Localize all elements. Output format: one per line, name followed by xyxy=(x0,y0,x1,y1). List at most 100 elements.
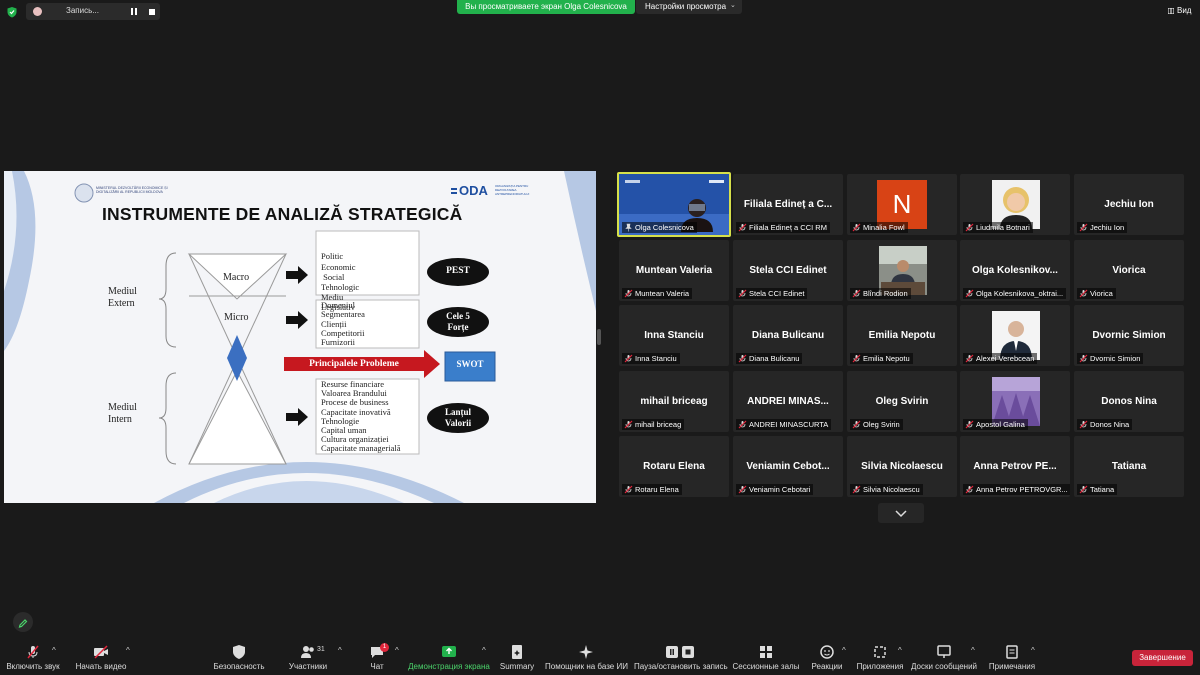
participant-name-text: Veniamin Cebotari xyxy=(749,485,811,494)
pause-recording-icon[interactable] xyxy=(131,8,137,15)
microphone-muted-icon xyxy=(624,485,633,494)
participant-tile[interactable]: Dvornic Simion Dvornic Simion xyxy=(1074,305,1184,366)
participant-tile[interactable]: Silvia Nicolaescu Silvia Nicolaescu xyxy=(847,436,957,497)
participants-chevron-icon[interactable]: ^ xyxy=(338,646,342,655)
camera-off-icon xyxy=(94,645,108,659)
view-options-button[interactable]: Настройки просмотра xyxy=(636,0,742,14)
shield-icon[interactable] xyxy=(6,6,18,18)
audio-options-chevron-icon[interactable]: ^ xyxy=(52,646,56,655)
whiteboards-chevron-icon[interactable]: ^ xyxy=(971,646,975,655)
micro-label: Micro xyxy=(224,312,249,323)
oda-subtext: ORGANIZAȚIA PENTRU DEZVOLTAREA ANTREPREN… xyxy=(495,184,530,196)
whiteboard-icon xyxy=(937,645,951,658)
reactions-label: Реакции xyxy=(811,662,843,671)
chat-chevron-icon[interactable]: ^ xyxy=(395,646,399,655)
participant-tile[interactable]: Stela CCI Edinet Stela CCI Edinet xyxy=(733,240,843,301)
sparkle-icon xyxy=(579,645,593,659)
start-video-button[interactable]: Начать видео xyxy=(72,642,130,675)
participant-tile[interactable]: Emilia Nepotu Emilia Nepotu xyxy=(847,305,957,366)
participant-tile[interactable]: Veniamin Cebot... Veniamin Cebotari xyxy=(733,436,843,497)
participant-tile[interactable]: Tatiana Tatiana xyxy=(1074,436,1184,497)
microphone-muted-icon xyxy=(624,354,633,363)
ministry-text: MINISTERUL DEZVOLTĂRII ECONOMICE ȘI DIGI… xyxy=(96,186,168,194)
split-resize-handle[interactable] xyxy=(597,329,601,345)
participant-tile[interactable]: Apostol Galina xyxy=(960,371,1070,432)
microphone-muted-icon xyxy=(738,223,747,232)
participant-tile[interactable]: Blîndi Rodion xyxy=(847,240,957,301)
annotate-button[interactable] xyxy=(13,612,33,632)
recording-label: Запись... xyxy=(66,6,99,15)
apps-icon xyxy=(874,646,886,658)
participant-display-name: Donos Nina xyxy=(1101,396,1157,407)
participant-tile[interactable]: Rotaru Elena Rotaru Elena xyxy=(619,436,729,497)
participant-name-text: Muntean Valeria xyxy=(635,289,690,298)
ministry-crest-icon xyxy=(74,183,94,203)
ai-assistant-label: Помощник на базе ИИ xyxy=(545,662,628,671)
participant-name-text: Donos Nina xyxy=(1090,420,1130,429)
apps-button[interactable]: Приложения xyxy=(856,642,904,675)
microphone-muted-icon xyxy=(852,354,861,363)
arrow-right-icon xyxy=(286,266,308,284)
reactions-button[interactable]: Реакции xyxy=(808,642,846,675)
participant-tile[interactable]: Jechiu Ion Jechiu Ion xyxy=(1074,174,1184,235)
end-meeting-button[interactable]: Завершение xyxy=(1132,650,1193,666)
apps-chevron-icon[interactable]: ^ xyxy=(898,646,902,655)
participant-display-name: Anna Petrov PE... xyxy=(973,461,1057,472)
pause-record-button[interactable]: Пауза/остановить запись xyxy=(634,642,728,675)
video-options-chevron-icon[interactable]: ^ xyxy=(126,646,130,655)
participant-tile[interactable]: Olga Kolesnikov... Olga Kolesnikova_oktra… xyxy=(960,240,1070,301)
brace-intern xyxy=(158,372,177,465)
participant-tile[interactable]: Inna Stanciu Inna Stanciu xyxy=(619,305,729,366)
participant-name-text: Diana Bulicanu xyxy=(749,354,800,363)
participant-tile[interactable]: Oleg Svirin Oleg Svirin xyxy=(847,371,957,432)
participant-name-text: mihail briceag xyxy=(635,420,682,429)
breakout-rooms-button[interactable]: Сессионные залы xyxy=(732,642,800,675)
scroll-down-button[interactable] xyxy=(878,503,924,523)
notes-chevron-icon[interactable]: ^ xyxy=(1031,646,1035,655)
microphone-muted-icon xyxy=(852,420,861,429)
view-button[interactable]: Вид xyxy=(1177,6,1191,15)
summary-label: Summary xyxy=(499,662,535,671)
micro-list: Domeniul Segmentarea Clienții Competitorii F… xyxy=(321,300,365,348)
security-button[interactable]: Безопасность xyxy=(208,642,270,675)
chevron-down-icon[interactable]: ⌄ xyxy=(730,1,736,9)
participant-tile[interactable]: Liudmila Botnari xyxy=(960,174,1070,235)
participant-name-label: Stela CCI Edinet xyxy=(736,288,808,299)
view-grid-icon[interactable] xyxy=(1168,8,1174,14)
share-chevron-icon[interactable]: ^ xyxy=(482,646,486,655)
stop-recording-icon[interactable] xyxy=(149,9,155,15)
whiteboards-label: Доски сообщений xyxy=(910,662,977,671)
participant-tile[interactable]: Olga Colesnicova xyxy=(617,172,731,237)
participant-tile[interactable]: mihail briceag mihail briceag xyxy=(619,371,729,432)
participant-display-name: mihail briceag xyxy=(640,396,708,407)
participant-tile[interactable]: Filiala Edineț a C... Filiala Edineț a CC… xyxy=(733,174,843,235)
breakout-grid-icon xyxy=(760,646,772,658)
chat-label: Чат xyxy=(370,662,384,671)
participant-tile[interactable]: Alexei Verebcean xyxy=(960,305,1070,366)
whiteboards-button[interactable]: Доски сообщений xyxy=(910,642,978,675)
participant-display-name: Diana Bulicanu xyxy=(751,330,825,341)
ai-assistant-button[interactable]: Помощник на базе ИИ xyxy=(545,642,628,675)
participant-name-text: Silvia Nicolaescu xyxy=(863,485,920,494)
participant-name-label: Tatiana xyxy=(1077,484,1118,495)
participants-button[interactable]: 31 Участники xyxy=(284,642,332,675)
participant-tile[interactable]: Diana Bulicanu Diana Bulicanu xyxy=(733,305,843,366)
participant-display-name: Muntean Valeria xyxy=(635,265,713,276)
reactions-chevron-icon[interactable]: ^ xyxy=(842,646,846,655)
participant-display-name: Emilia Nepotu xyxy=(868,330,936,341)
participant-tile[interactable]: Donos Nina Donos Nina xyxy=(1074,371,1184,432)
share-screen-button[interactable]: Демонстрация экрана xyxy=(406,642,492,675)
participant-tile[interactable]: ANDREI MINAS... ANDREI MINASCURTA xyxy=(733,371,843,432)
recording-cloud-icon xyxy=(33,7,42,16)
microphone-muted-icon xyxy=(1079,223,1088,232)
summary-button[interactable]: Summary xyxy=(496,642,538,675)
participant-name-label: Liudmila Botnari xyxy=(963,222,1033,233)
lantul-label: Lanțul Valorii xyxy=(444,407,472,428)
participant-tile[interactable]: Anna Petrov PE... Anna Petrov PETROVGR... xyxy=(960,436,1070,497)
microphone-muted-icon xyxy=(738,354,747,363)
participant-tile[interactable]: Muntean Valeria Muntean Valeria xyxy=(619,240,729,301)
participant-tile[interactable]: N Minalia Fowl xyxy=(847,174,957,235)
participant-name-label: Inna Stanciu xyxy=(622,353,680,364)
participant-tile[interactable]: Viorica Viorica xyxy=(1074,240,1184,301)
pause-record-label: Пауза/остановить запись xyxy=(634,662,728,671)
